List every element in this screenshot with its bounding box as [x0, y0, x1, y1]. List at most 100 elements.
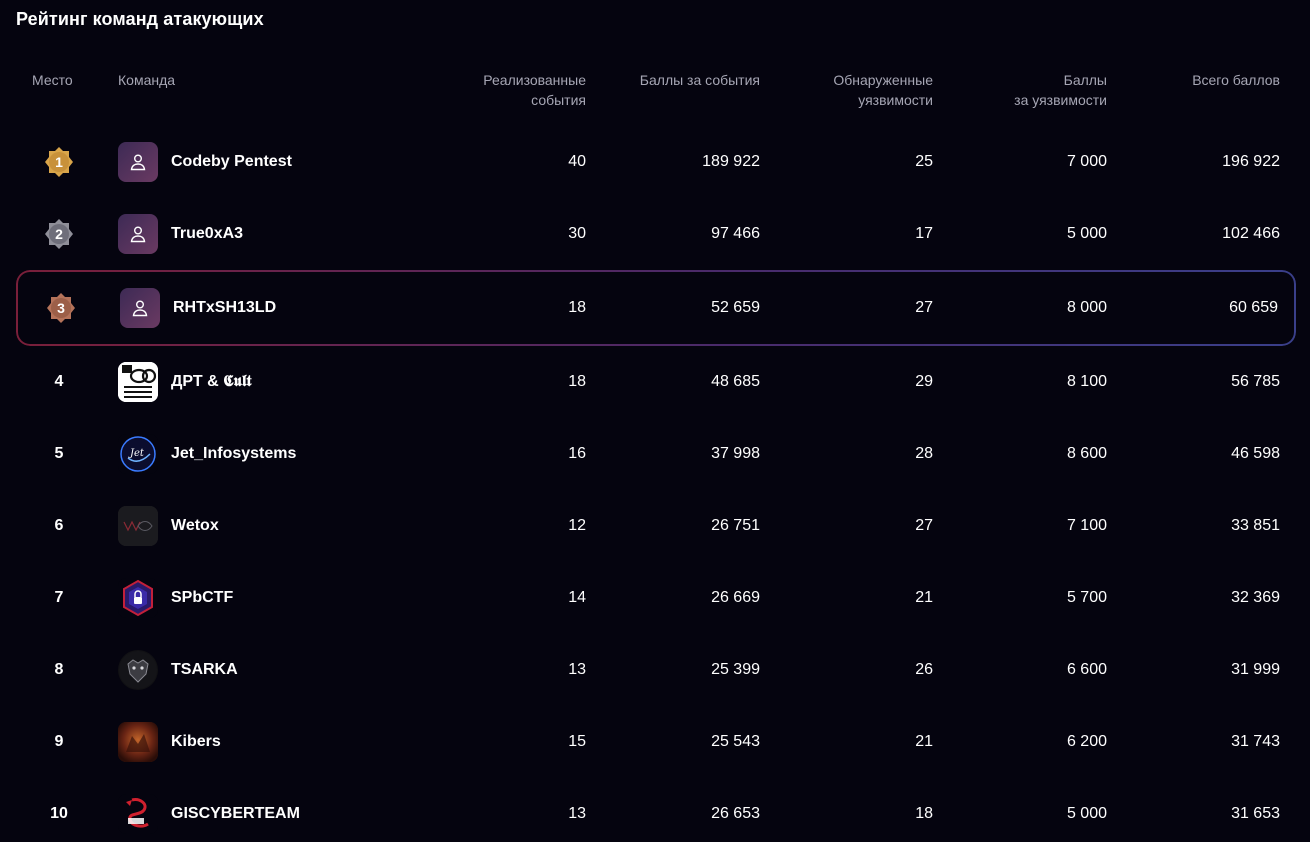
- column-header-event-points[interactable]: Баллы за события: [640, 70, 760, 90]
- events-value: 13: [568, 805, 586, 822]
- table-row[interactable]: 8 TSARKA 13 25 399 26 6 600 31 999: [0, 634, 1310, 706]
- spbctf-logo-icon: [118, 578, 158, 618]
- user-icon: [120, 288, 160, 328]
- total-value: 102 466: [1222, 225, 1280, 242]
- vulns-value: 29: [915, 373, 933, 390]
- vulns-value: 21: [915, 589, 933, 606]
- events-value: 30: [568, 225, 586, 242]
- event-points-value: 25 399: [711, 661, 760, 678]
- total-value: 46 598: [1231, 445, 1280, 462]
- events-value: 16: [568, 445, 586, 462]
- vuln-points-value: 6 200: [1066, 733, 1107, 750]
- column-header-events-line1: Реализованные: [483, 72, 586, 88]
- column-header-team[interactable]: Команда: [118, 70, 175, 90]
- place-number: 9: [54, 733, 64, 750]
- team-cell: ДРТ & 𝕮𝖚𝖑𝖙: [118, 346, 498, 418]
- events-value: 13: [568, 661, 586, 678]
- team-name[interactable]: Jet_Infosystems: [171, 445, 296, 463]
- events-value: 18: [568, 373, 586, 390]
- team-name[interactable]: RHTxSH13LD: [173, 299, 276, 317]
- vuln-points-value: 7 100: [1066, 517, 1107, 534]
- place-number: 10: [50, 805, 68, 822]
- column-header-vulns[interactable]: Обнаруженные уязвимости: [833, 70, 933, 110]
- total-value: 31 743: [1231, 733, 1280, 750]
- vulns-value: 27: [915, 517, 933, 534]
- event-points-value: 25 543: [711, 733, 760, 750]
- team-name[interactable]: Kibers: [171, 733, 221, 751]
- table-row[interactable]: 7 SPbCTF 14 26 669 21 5 700 32 369: [0, 562, 1310, 634]
- event-points-value: 52 659: [711, 299, 760, 316]
- event-points-value: 97 466: [711, 225, 760, 242]
- column-header-events[interactable]: Реализованные события: [483, 70, 586, 110]
- team-cell: SPbCTF: [118, 562, 498, 634]
- column-header-place[interactable]: Место: [32, 70, 73, 90]
- column-header-events-line2: события: [531, 92, 586, 108]
- column-header-vuln-points-line2: за уязвимости: [1014, 92, 1107, 108]
- event-points-value: 48 685: [711, 373, 760, 390]
- vulns-value: 27: [915, 299, 933, 316]
- table-row[interactable]: 10 GISCYBERTEAM 13 26 653 18 5 000 31 65…: [0, 778, 1310, 842]
- table-row[interactable]: 2 True0xA3 30 97 466 17 5 000 102 466: [0, 198, 1310, 270]
- column-header-vuln-points[interactable]: Баллы за уязвимости: [1014, 70, 1107, 110]
- table-row[interactable]: 1 Codeby Pentest 40 189 922 25 7 000 196…: [0, 126, 1310, 198]
- team-cell: Jet Jet_Infosystems: [118, 418, 498, 490]
- total-value: 32 369: [1231, 589, 1280, 606]
- table-row[interactable]: 4 ДРТ & 𝕮𝖚𝖑𝖙 18 48 685 29 8 100 56 785: [0, 346, 1310, 418]
- place-number: 5: [54, 445, 64, 462]
- events-value: 15: [568, 733, 586, 750]
- jet-logo-icon: Jet: [118, 434, 158, 474]
- team-name[interactable]: ДРТ & 𝕮𝖚𝖑𝖙: [171, 373, 251, 391]
- column-header-vuln-points-line1: Баллы: [1063, 72, 1107, 88]
- bronze-medal-icon: 3: [45, 292, 77, 324]
- vuln-points-value: 5 700: [1066, 589, 1107, 606]
- total-value: 31 999: [1231, 661, 1280, 678]
- total-value: 33 851: [1231, 517, 1280, 534]
- vuln-points-value: 7 000: [1066, 153, 1107, 170]
- team-cell: Codeby Pentest: [118, 126, 498, 198]
- team-name[interactable]: SPbCTF: [171, 589, 233, 607]
- team-name[interactable]: TSARKA: [171, 661, 238, 679]
- place-number: 3: [57, 300, 65, 316]
- event-points-value: 26 751: [711, 517, 760, 534]
- team-cell: Kibers: [118, 706, 498, 778]
- events-value: 14: [568, 589, 586, 606]
- team-name[interactable]: GISCYBERTEAM: [171, 805, 300, 823]
- vuln-points-value: 5 000: [1066, 225, 1107, 242]
- vuln-points-value: 8 100: [1066, 373, 1107, 390]
- place-cell: 1: [34, 126, 84, 198]
- total-value: 31 653: [1231, 805, 1280, 822]
- vulns-value: 18: [915, 805, 933, 822]
- vulns-value: 28: [915, 445, 933, 462]
- team-name[interactable]: Wetox: [171, 517, 219, 535]
- svg-text:Jet: Jet: [128, 448, 145, 459]
- vulns-value: 25: [915, 153, 933, 170]
- table-row-highlighted[interactable]: 3 RHTxSH13LD 18 52 659 27 8 000 60 659: [0, 270, 1310, 346]
- events-value: 40: [568, 153, 586, 170]
- place-cell: 3: [36, 270, 86, 346]
- team-name[interactable]: Codeby Pentest: [171, 153, 292, 171]
- team-cell: GISCYBERTEAM: [118, 778, 498, 842]
- place-number: 2: [55, 226, 63, 242]
- vuln-points-value: 8 000: [1066, 299, 1107, 316]
- table-row[interactable]: 5 Jet Jet_Infosystems 16 37 998 28 8 600…: [0, 418, 1310, 490]
- page-title: Рейтинг команд атакующих: [16, 9, 264, 29]
- team-cell: RHTxSH13LD: [120, 270, 500, 346]
- events-value: 18: [568, 299, 586, 316]
- event-points-value: 26 669: [711, 589, 760, 606]
- vuln-points-value: 6 600: [1066, 661, 1107, 678]
- table-row[interactable]: 6 Wetox 12 26 751 27 7 100 33 851: [0, 490, 1310, 562]
- cult-logo-icon: [118, 362, 158, 402]
- place-number: 4: [54, 373, 64, 390]
- vulns-value: 26: [915, 661, 933, 678]
- event-points-value: 26 653: [711, 805, 760, 822]
- table-row[interactable]: 9 Kibers 15 25 543 21 6 200 31 743: [0, 706, 1310, 778]
- place-number: 6: [54, 517, 64, 534]
- user-icon: [118, 142, 158, 182]
- wetox-logo-icon: [118, 506, 158, 546]
- vuln-points-value: 8 600: [1066, 445, 1107, 462]
- team-name[interactable]: True0xA3: [171, 225, 243, 243]
- vulns-value: 17: [915, 225, 933, 242]
- team-cell: True0xA3: [118, 198, 498, 270]
- column-header-total[interactable]: Всего баллов: [1192, 70, 1280, 90]
- place-number: 8: [54, 661, 64, 678]
